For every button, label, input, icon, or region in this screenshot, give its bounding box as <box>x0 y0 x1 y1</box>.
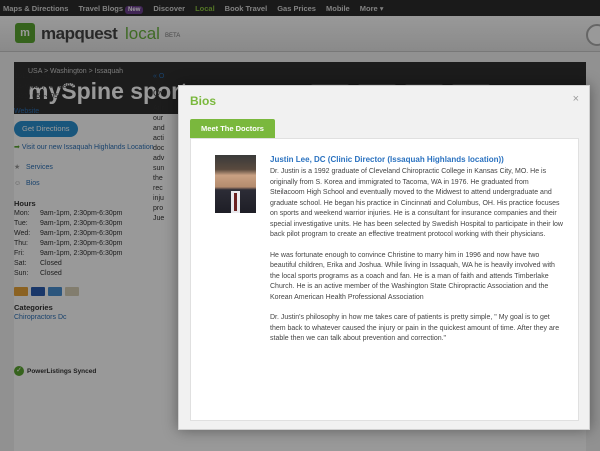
bio-paragraph: Dr. Justin is a 1992 graduate of Clevela… <box>270 168 563 238</box>
modal-title: Bios <box>190 94 217 108</box>
bio-paragraph: He was fortunate enough to convince Chri… <box>270 251 555 301</box>
bio-panel: Justin Lee, DC (Clinic Director (Issaqua… <box>190 138 579 421</box>
bio-text: Dr. Justin is a 1992 graduate of Clevela… <box>270 167 565 355</box>
close-icon[interactable]: × <box>573 93 579 105</box>
bio-paragraph: Dr. Justin's philosophy in how me takes … <box>270 314 560 342</box>
doctor-photo-tie <box>234 193 237 211</box>
doctor-photo <box>215 155 256 213</box>
bios-modal: Bios × Meet The Doctors Justin Lee, DC (… <box>178 85 590 430</box>
doctor-name: Justin Lee, DC (Clinic Director (Issaqua… <box>270 155 504 164</box>
tab-meet-the-doctors[interactable]: Meet The Doctors <box>190 119 275 138</box>
